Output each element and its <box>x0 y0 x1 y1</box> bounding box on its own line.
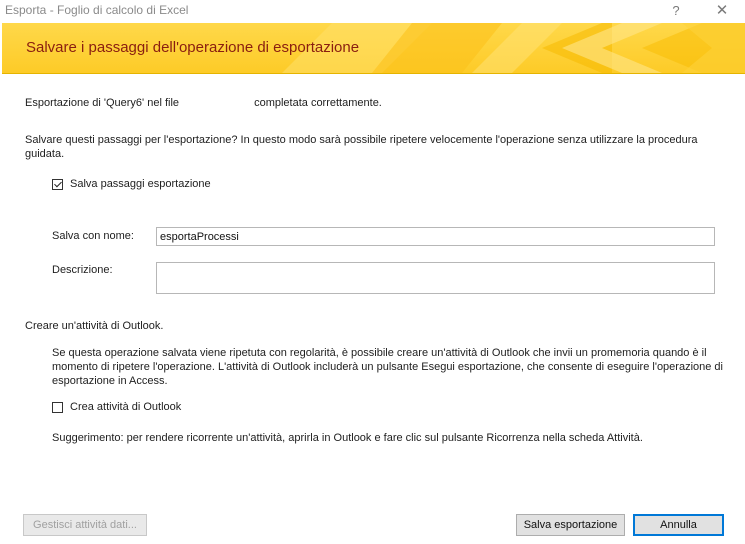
message-prefix: Esportazione di 'Query6' nel file <box>25 97 180 109</box>
outlook-checkbox-row[interactable]: Crea attività di Outlook <box>52 401 181 413</box>
outlook-description: Se questa operazione salvata viene ripet… <box>52 347 723 387</box>
help-icon[interactable]: ? <box>656 0 696 22</box>
save-steps-checkbox-row[interactable]: Salva passaggi esportazione <box>52 178 211 190</box>
masked-file-path <box>182 97 255 109</box>
message-suffix: completata correttamente. <box>254 97 382 109</box>
banner-title: Salvare i passaggi dell'operazione di es… <box>26 39 360 56</box>
manage-data-tasks-button[interactable]: Gestisci attività dati... <box>23 514 147 536</box>
outlook-section-heading: Creare un'attività di Outlook. <box>25 320 164 332</box>
outlook-tip: Suggerimento: per rendere ricorrente un'… <box>52 432 643 444</box>
description-label: Descrizione: <box>52 264 113 276</box>
export-result-message: Esportazione di 'Query6' nel file comple… <box>25 96 382 110</box>
title-bar: Esporta - Foglio di calcolo di Excel ? ✕ <box>0 0 745 22</box>
create-outlook-task-checkbox[interactable] <box>52 401 63 413</box>
save-export-button[interactable]: Salva esportazione <box>516 514 625 536</box>
cancel-button[interactable]: Annulla <box>633 514 724 536</box>
save-as-label: Salva con nome: <box>52 230 134 242</box>
window-title: Esporta - Foglio di calcolo di Excel <box>5 3 189 17</box>
close-icon[interactable]: ✕ <box>702 0 742 22</box>
header-banner: Salvare i passaggi dell'operazione di es… <box>2 23 745 74</box>
save-steps-question: Salvare questi passaggi per l'esportazio… <box>25 134 698 160</box>
save-steps-label: Salva passaggi esportazione <box>70 178 211 190</box>
create-outlook-task-label: Crea attività di Outlook <box>70 401 182 413</box>
save-steps-checkbox[interactable] <box>52 178 63 190</box>
save-as-input[interactable] <box>156 227 715 246</box>
description-field[interactable] <box>156 262 715 294</box>
